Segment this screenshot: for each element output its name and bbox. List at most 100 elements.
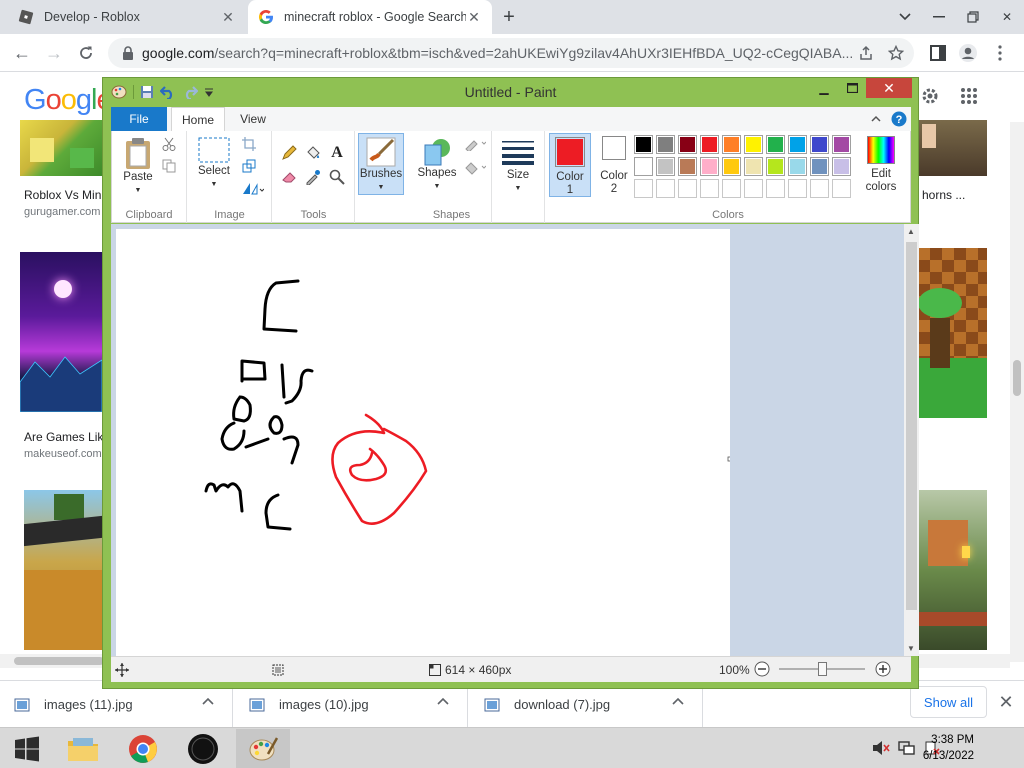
result-thumbnail[interactable] — [20, 120, 102, 176]
palette-swatch[interactable] — [810, 157, 829, 176]
chevron-up-icon[interactable] — [672, 697, 688, 713]
color1-button[interactable]: Color 1 — [549, 133, 591, 197]
canvas-resize-handle[interactable] — [727, 456, 730, 462]
palette-swatch[interactable] — [744, 135, 763, 154]
palette-swatch[interactable] — [766, 157, 785, 176]
magnifier-icon[interactable] — [329, 169, 345, 185]
palette-swatch[interactable] — [832, 157, 851, 176]
palette-swatch[interactable] — [744, 157, 763, 176]
drawing-canvas[interactable] — [116, 229, 730, 656]
bookmark-star-icon[interactable] — [888, 45, 904, 61]
zoom-out-icon[interactable] — [754, 661, 770, 677]
palette-swatch[interactable] — [656, 157, 675, 176]
minimize-icon[interactable]: ▁ — [810, 78, 838, 98]
profile-avatar-icon[interactable] — [958, 43, 978, 63]
result-thumbnail[interactable] — [24, 490, 102, 650]
scroll-up-icon[interactable]: ▲ — [907, 227, 915, 236]
page-vertical-scrollbar[interactable] — [1010, 122, 1024, 662]
start-button[interactable] — [0, 729, 54, 768]
close-icon[interactable]: ✕ — [866, 78, 912, 98]
new-tab-button[interactable]: + — [498, 6, 520, 28]
zoom-slider-thumb[interactable] — [818, 662, 827, 676]
result-caption[interactable]: Are Games Lik — [24, 430, 103, 444]
paint-title-bar[interactable]: Untitled - Paint ▁ ✕ — [103, 78, 918, 106]
side-panel-icon[interactable] — [928, 43, 948, 63]
result-thumbnail[interactable] — [20, 252, 102, 412]
palette-swatch[interactable] — [700, 179, 719, 198]
tab-view[interactable]: View — [231, 107, 275, 131]
palette-swatch[interactable] — [634, 179, 653, 198]
close-tab-icon[interactable]: ✕ — [466, 9, 482, 25]
eraser-icon[interactable] — [281, 169, 297, 185]
google-logo[interactable]: Google — [24, 84, 113, 117]
reload-icon[interactable] — [74, 41, 98, 65]
palette-swatch[interactable] — [722, 135, 741, 154]
fill-icon[interactable] — [464, 161, 486, 175]
palette-swatch[interactable] — [832, 179, 851, 198]
canvas-vertical-scrollbar[interactable]: ▲ ▼ — [904, 224, 919, 656]
zoom-in-icon[interactable] — [875, 661, 891, 677]
chrome-menu-icon[interactable] — [990, 43, 1010, 63]
settings-gear-icon[interactable] — [920, 86, 940, 106]
chevron-up-icon[interactable] — [437, 697, 453, 713]
color2-button[interactable]: Color 2 — [594, 136, 634, 196]
palette-swatch[interactable] — [810, 179, 829, 198]
taskbar-clock[interactable]: 3:38 PM 6/13/2022 — [923, 732, 974, 764]
paste-button[interactable]: Paste ▼ — [118, 137, 158, 197]
result-thumbnail[interactable] — [918, 248, 987, 418]
help-icon[interactable]: ? — [891, 111, 907, 127]
palette-swatch[interactable] — [722, 179, 741, 198]
palette-swatch[interactable] — [766, 135, 785, 154]
result-thumbnail[interactable] — [918, 490, 987, 650]
scrollbar-thumb[interactable] — [906, 242, 917, 610]
network-icon[interactable] — [898, 740, 916, 756]
share-icon[interactable] — [858, 45, 874, 61]
result-caption[interactable]: horns ... — [922, 188, 965, 202]
resize-icon[interactable] — [242, 159, 256, 173]
fill-bucket-icon[interactable] — [305, 145, 321, 161]
tab-home[interactable]: Home — [171, 107, 225, 131]
result-thumbnail[interactable] — [918, 120, 987, 176]
tab-develop-roblox[interactable]: Develop - Roblox ✕ — [8, 0, 246, 34]
volume-muted-icon[interactable] — [872, 740, 890, 756]
paint-taskbar-icon[interactable] — [236, 729, 290, 768]
minimize-icon[interactable] — [922, 0, 956, 34]
file-explorer-taskbar-icon[interactable] — [56, 729, 110, 768]
outline-icon[interactable] — [464, 137, 486, 151]
palette-swatch[interactable] — [788, 179, 807, 198]
palette-swatch[interactable] — [766, 179, 785, 198]
shapes-button[interactable]: Shapes ▼ — [416, 137, 458, 193]
scrollbar-thumb[interactable] — [14, 657, 104, 665]
text-tool-icon[interactable]: A — [329, 143, 345, 159]
palette-swatch[interactable] — [678, 157, 697, 176]
forward-arrow-icon[interactable]: → — [42, 41, 66, 65]
address-bar[interactable]: google.com/search?q=minecraft+roblox&tbm… — [108, 38, 914, 68]
show-all-downloads-button[interactable]: Show all — [910, 686, 987, 718]
color-picker-icon[interactable] — [305, 169, 321, 185]
palette-swatch[interactable] — [700, 157, 719, 176]
tab-file[interactable]: File — [111, 107, 167, 131]
close-shelf-icon[interactable]: ✕ — [996, 692, 1016, 712]
chrome-taskbar-icon[interactable] — [116, 729, 170, 768]
minimize-ribbon-icon[interactable] — [871, 115, 881, 123]
edit-colors-button[interactable]: Edit colors — [860, 136, 902, 194]
restore-icon[interactable] — [956, 0, 990, 34]
crop-icon[interactable] — [242, 137, 256, 151]
palette-swatch[interactable] — [788, 135, 807, 154]
palette-swatch[interactable] — [678, 135, 697, 154]
palette-swatch[interactable] — [678, 179, 697, 198]
palette-swatch[interactable] — [700, 135, 719, 154]
pencil-icon[interactable] — [281, 145, 297, 161]
palette-swatch[interactable] — [656, 135, 675, 154]
palette-swatch[interactable] — [634, 135, 653, 154]
palette-swatch[interactable] — [832, 135, 851, 154]
close-tab-icon[interactable]: ✕ — [220, 9, 236, 25]
palette-swatch[interactable] — [722, 157, 741, 176]
scroll-down-icon[interactable]: ▼ — [907, 644, 915, 653]
app-taskbar-icon[interactable] — [176, 729, 230, 768]
scrollbar-thumb[interactable] — [1013, 360, 1021, 396]
copy-icon[interactable] — [162, 159, 176, 173]
palette-swatch[interactable] — [810, 135, 829, 154]
rotate-icon[interactable] — [242, 181, 264, 195]
chevron-up-icon[interactable] — [202, 697, 218, 713]
